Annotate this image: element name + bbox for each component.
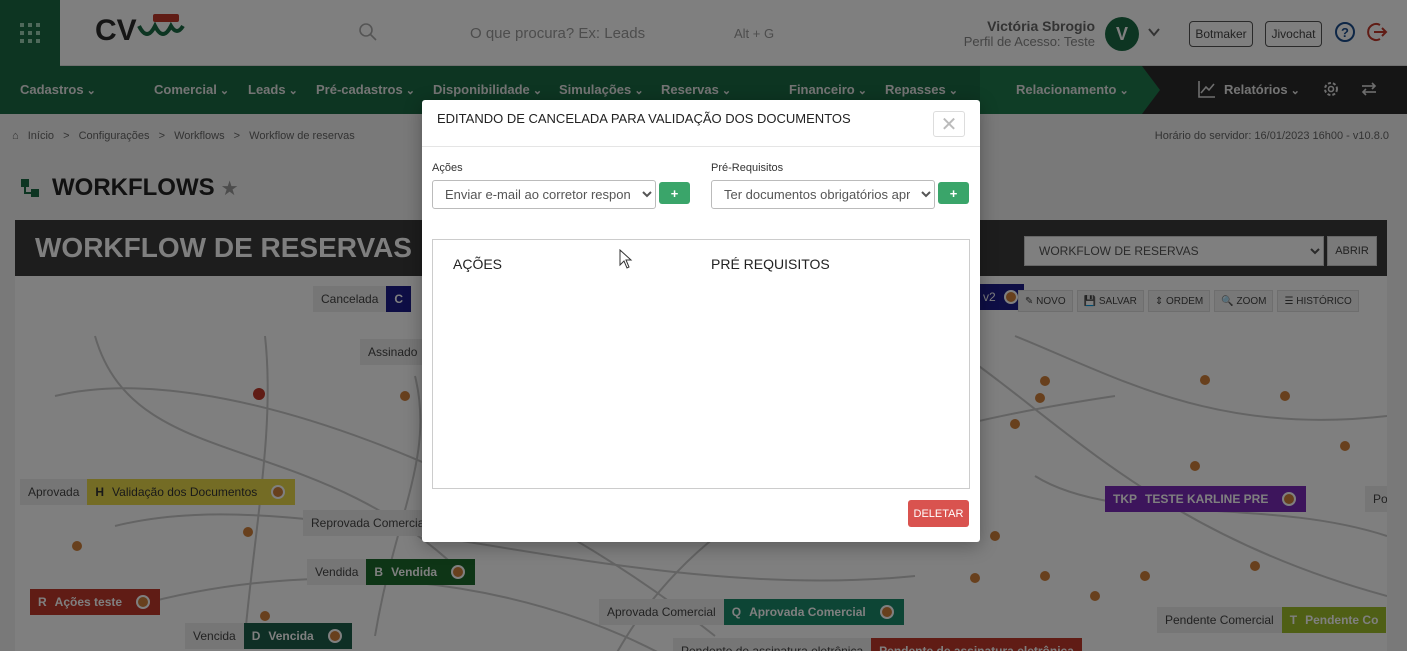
edit-transition-modal: EDITANDO DE CANCELADA PARA VALIDAÇÃO DOS… [422, 100, 980, 542]
actions-column-header: AÇÕES [453, 256, 503, 272]
mouse-cursor-icon [619, 249, 633, 269]
prereq-label: Pré-Requisitos [711, 162, 784, 174]
delete-button[interactable]: DELETAR [908, 500, 969, 527]
modal-divider [422, 146, 980, 147]
modal-title: EDITANDO DE CANCELADA PARA VALIDAÇÃO DOS… [437, 111, 851, 126]
actions-select[interactable]: Enviar e-mail ao corretor responsável [432, 180, 656, 209]
add-action-button[interactable]: + [659, 182, 690, 204]
actions-label: Ações [432, 162, 463, 174]
add-prereq-button[interactable]: + [938, 182, 969, 204]
prereq-select[interactable]: Ter documentos obrigatórios aprovados [711, 180, 935, 209]
close-icon[interactable]: ✕ [933, 111, 965, 137]
transition-details-box: AÇÕES PRÉ REQUISITOS [432, 239, 970, 489]
prereq-column-header: PRÉ REQUISITOS [711, 256, 830, 272]
